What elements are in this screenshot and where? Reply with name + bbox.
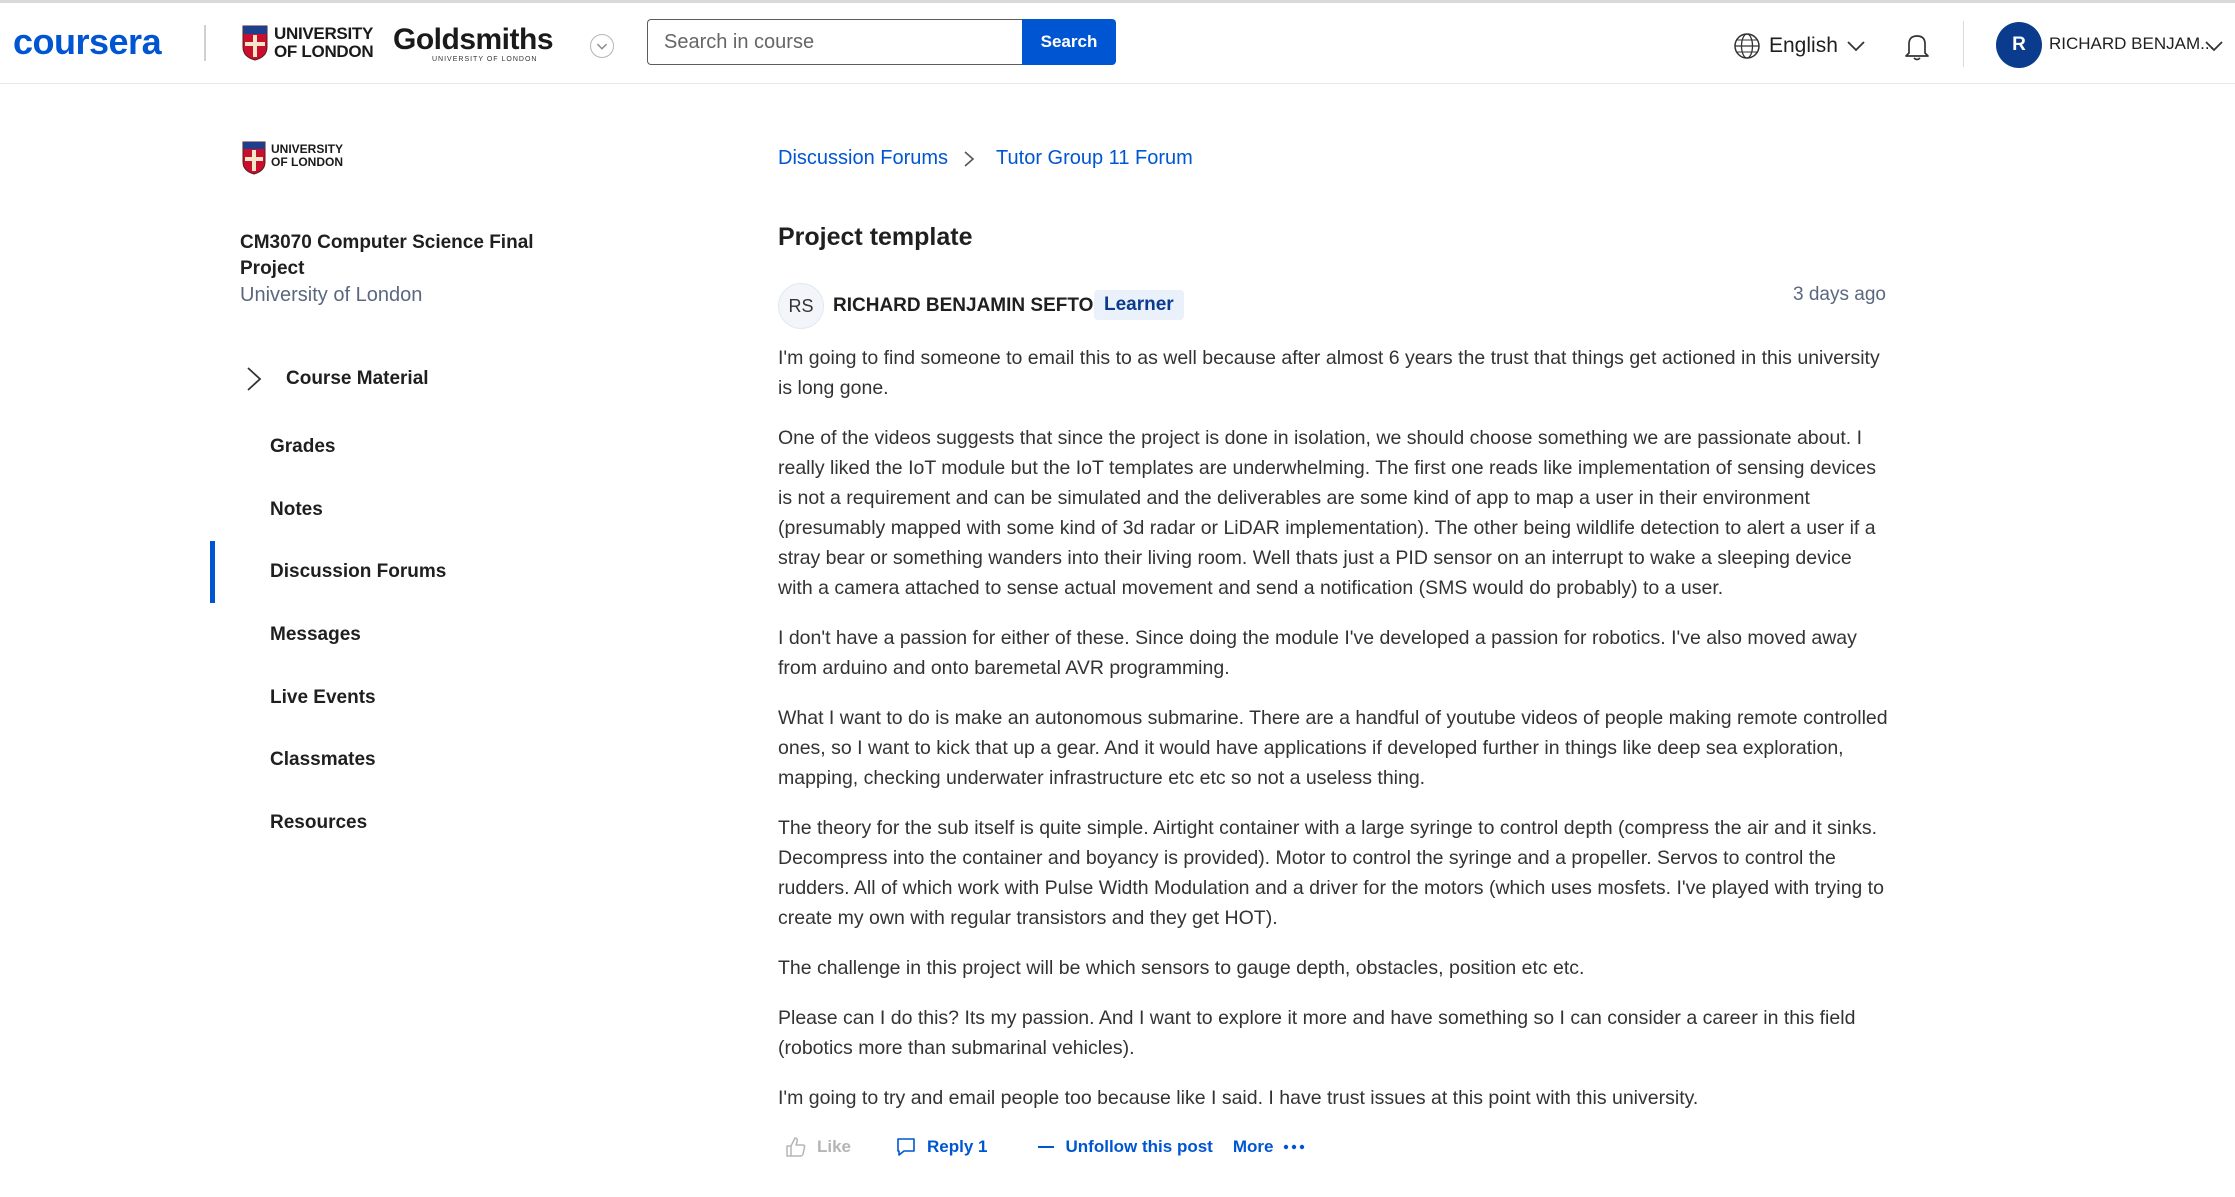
post-paragraph: The challenge in this project will be wh…	[778, 957, 1585, 979]
post-paragraph: I'm going to try and email people too be…	[778, 1087, 1699, 1109]
partner-dropdown-chevron-icon[interactable]	[590, 34, 614, 58]
university-of-london-wordmark: UNIVERSITY OF LONDON	[274, 24, 374, 61]
like-button[interactable]: Like	[785, 1136, 851, 1158]
more-label: More	[1232, 1137, 1274, 1156]
header-divider	[204, 25, 206, 61]
language-label: English	[1769, 34, 1838, 57]
course-title[interactable]: CM3070 Computer Science Final Project	[240, 230, 540, 282]
comment-icon	[897, 1138, 915, 1156]
breadcrumb-discussion-forums[interactable]: Discussion Forums	[778, 147, 948, 170]
author-avatar[interactable]: RS	[778, 283, 824, 329]
unfollow-button[interactable]: Unfollow this post	[1036, 1137, 1213, 1157]
university-of-london-crest-icon	[242, 25, 268, 61]
user-name[interactable]: RICHARD BENJAM...	[2049, 34, 2214, 54]
like-label: Like	[817, 1137, 852, 1156]
partner1-line2: OF LONDON	[274, 42, 374, 61]
goldsmiths-wordmark: Goldsmiths	[393, 23, 554, 56]
post-body: I'm going to find someone to email this …	[778, 343, 1888, 1133]
chevron-down-icon	[1847, 41, 1865, 52]
unfollow-label: Unfollow this post	[1065, 1137, 1213, 1156]
minus-icon	[1037, 1146, 1054, 1148]
partner1-line1: UNIVERSITY	[274, 24, 374, 43]
post-paragraph: I'm going to find someone to email this …	[778, 347, 1880, 399]
user-avatar[interactable]: R	[1996, 22, 2042, 68]
author-name[interactable]: RICHARD BENJAMIN SEFTON	[833, 295, 1107, 317]
post-paragraph: I don't have a passion for either of the…	[778, 627, 1857, 679]
sidebar-item-messages[interactable]: Messages	[270, 624, 361, 646]
post-paragraph: One of the videos suggests that since th…	[778, 427, 1877, 599]
sidebar-item-live-events[interactable]: Live Events	[270, 687, 376, 709]
more-button[interactable]: More	[1233, 1137, 1306, 1157]
sidebar-item-label: Course Material	[286, 368, 429, 389]
search-input[interactable]	[647, 19, 1023, 65]
post-paragraph: Please can I do this? Its my passion. An…	[778, 1007, 1856, 1059]
more-dots-icon	[1284, 1144, 1305, 1150]
thumbs-up-icon	[786, 1137, 806, 1157]
role-badge: Learner	[1094, 290, 1184, 320]
sidebar-item-notes[interactable]: Notes	[270, 499, 323, 521]
university-of-london-crest-icon	[242, 141, 266, 175]
institution-wordmark: UNIVERSITY OF LONDON	[271, 143, 343, 169]
chevron-right-icon	[964, 150, 975, 167]
breadcrumb: Discussion Forums Tutor Group 11 Forum	[778, 147, 1193, 170]
post-title: Project template	[778, 223, 973, 251]
chevron-down-icon[interactable]	[2204, 39, 2224, 53]
course-organization: University of London	[240, 284, 423, 306]
post-paragraph: What I want to do is make an autonomous …	[778, 707, 1888, 789]
language-selector[interactable]: English	[1733, 31, 1866, 61]
goldsmiths-subtitle: UNIVERSITY OF LONDON	[432, 56, 538, 63]
notifications-bell-icon[interactable]	[1900, 29, 1934, 63]
header-divider	[1963, 21, 1964, 67]
globe-icon	[1734, 33, 1760, 59]
search-button[interactable]: Search	[1022, 19, 1116, 65]
coursera-logo[interactable]: coursera	[13, 21, 162, 63]
institution-line2: OF LONDON	[271, 155, 343, 169]
sidebar-item-grades[interactable]: Grades	[270, 436, 335, 458]
sidebar-item-course-material[interactable]: Course Material	[240, 364, 429, 394]
post-paragraph: The theory for the sub itself is quite s…	[778, 817, 1884, 929]
reply-button[interactable]: Reply 1	[895, 1136, 988, 1158]
post-date: 3 days ago	[1793, 284, 1886, 305]
active-nav-indicator	[210, 541, 215, 603]
sidebar-item-classmates[interactable]: Classmates	[270, 749, 376, 771]
reply-label: Reply 1	[927, 1137, 988, 1156]
chevron-right-icon	[247, 367, 262, 391]
sidebar-item-discussion-forums[interactable]: Discussion Forums	[270, 561, 446, 583]
sidebar-item-resources[interactable]: Resources	[270, 812, 367, 834]
post-actions: Like Reply 1 Unfollow this post More	[785, 1134, 1305, 1160]
breadcrumb-tutor-group-forum[interactable]: Tutor Group 11 Forum	[996, 147, 1193, 170]
global-header: coursera UNIVERSITY OF LONDON Goldsmiths…	[0, 3, 2235, 84]
